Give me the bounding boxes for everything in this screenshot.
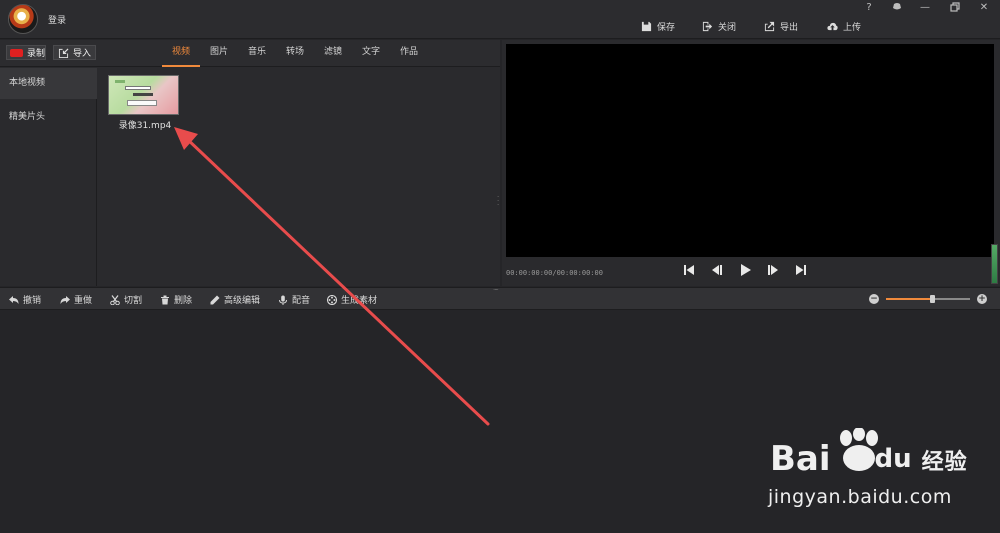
- zoom-slider-handle[interactable]: [930, 295, 936, 303]
- export-label: 导出: [780, 22, 799, 33]
- step-back-icon[interactable]: [710, 263, 724, 277]
- nav-featured-intro[interactable]: 精美片头: [0, 102, 97, 133]
- export-button[interactable]: 导出: [764, 19, 798, 33]
- preview-panel: 00:00:00:00/00:00:00:00: [502, 40, 1000, 286]
- restore-icon[interactable]: [948, 2, 962, 14]
- undo-icon: [9, 295, 19, 304]
- microphone-icon: [279, 295, 287, 305]
- play-icon[interactable]: [738, 263, 752, 277]
- advanced-edit-button[interactable]: 高级编辑: [210, 293, 260, 306]
- title-bar: 登录 ? — ✕ 保存 关闭 导出 上传: [0, 0, 1000, 39]
- save-button[interactable]: 保存: [641, 19, 675, 33]
- film-reel-icon: [327, 294, 337, 305]
- delete-button[interactable]: 删除: [160, 293, 192, 306]
- video-thumbnail[interactable]: [108, 75, 179, 115]
- media-tabs: 视频 图片 音乐 转场 滤镜 文字 作品: [162, 40, 428, 67]
- delete-label: 删除: [174, 296, 193, 306]
- horizontal-splitter-handle[interactable]: ····: [493, 286, 499, 294]
- import-icon: [58, 47, 69, 58]
- trash-icon: [161, 295, 169, 304]
- upload-button[interactable]: 上传: [827, 19, 861, 33]
- record-label: 录制: [27, 49, 46, 59]
- exit-icon: [702, 21, 713, 31]
- step-forward-icon[interactable]: [766, 263, 780, 277]
- zoom-slider-fill: [886, 298, 933, 300]
- media-category-nav: 本地视频 精美片头: [0, 68, 97, 286]
- undo-button[interactable]: 撤销: [9, 293, 41, 306]
- skip-to-end-icon[interactable]: [794, 263, 808, 277]
- panel-splitter-handle[interactable]: · · ·: [497, 194, 500, 209]
- zoom-out-icon[interactable]: −: [869, 294, 879, 304]
- nav-local-video[interactable]: 本地视频: [0, 68, 97, 99]
- tab-text[interactable]: 文字: [352, 40, 390, 67]
- minimize-icon[interactable]: —: [918, 2, 932, 14]
- redo-button[interactable]: 重做: [60, 293, 92, 306]
- redo-label: 重做: [74, 296, 93, 306]
- cut-label: 切割: [124, 296, 143, 306]
- dub-label: 配音: [292, 296, 311, 306]
- generate-material-label: 生成素材: [341, 296, 378, 306]
- skip-to-start-icon[interactable]: [682, 263, 696, 277]
- skin-icon[interactable]: [890, 2, 904, 14]
- tab-transition[interactable]: 转场: [276, 40, 314, 67]
- cloud-upload-icon: [827, 22, 838, 30]
- undo-label: 撤销: [23, 296, 42, 306]
- generate-material-button[interactable]: 生成素材: [327, 293, 377, 306]
- close-window-icon[interactable]: ✕: [977, 2, 991, 14]
- media-library-panel: 录制 导入 视频 图片 音乐 转场 滤镜 文字 作品 本地视频 精美片头 录像3…: [0, 40, 500, 286]
- tab-video[interactable]: 视频: [162, 40, 200, 67]
- video-preview-screen: [506, 44, 994, 257]
- save-label: 保存: [657, 22, 676, 33]
- dub-button[interactable]: 配音: [278, 293, 310, 306]
- media-toolbar: 录制 导入 视频 图片 音乐 转场 滤镜 文字 作品: [0, 40, 500, 67]
- close-project-label: 关闭: [718, 22, 737, 33]
- tab-image[interactable]: 图片: [200, 40, 238, 67]
- pencil-icon: [210, 295, 220, 304]
- login-link[interactable]: 登录: [48, 13, 66, 26]
- media-grid: 录像31.mp4: [98, 68, 500, 286]
- tab-works[interactable]: 作品: [390, 40, 428, 67]
- zoom-in-icon[interactable]: +: [977, 294, 987, 304]
- redo-icon: [60, 295, 70, 304]
- advanced-edit-label: 高级编辑: [224, 296, 261, 306]
- timeline-area[interactable]: [0, 311, 1000, 533]
- app-logo: [8, 4, 38, 34]
- export-icon: [764, 21, 775, 31]
- close-project-button[interactable]: 关闭: [702, 19, 736, 33]
- tab-music[interactable]: 音乐: [238, 40, 276, 67]
- upload-label: 上传: [843, 22, 862, 33]
- playback-controls: [682, 263, 808, 277]
- tab-filter[interactable]: 滤镜: [314, 40, 352, 67]
- volume-meter: [991, 244, 998, 284]
- import-label: 导入: [73, 49, 92, 59]
- save-icon: [641, 21, 652, 31]
- record-icon: [10, 48, 23, 57]
- help-icon[interactable]: ?: [862, 2, 876, 14]
- edit-toolbar: ···· 撤销 重做 切割 删除 高级编辑 配音 生成素材 − +: [0, 286, 1000, 310]
- video-filename: 录像31.mp4: [118, 121, 172, 131]
- record-button[interactable]: 录制: [6, 45, 46, 60]
- import-button[interactable]: 导入: [53, 45, 96, 60]
- scissors-icon: [110, 294, 120, 305]
- playback-timecode: 00:00:00:00/00:00:00:00: [506, 269, 603, 277]
- zoom-slider[interactable]: [886, 295, 970, 303]
- cut-button[interactable]: 切割: [110, 293, 142, 306]
